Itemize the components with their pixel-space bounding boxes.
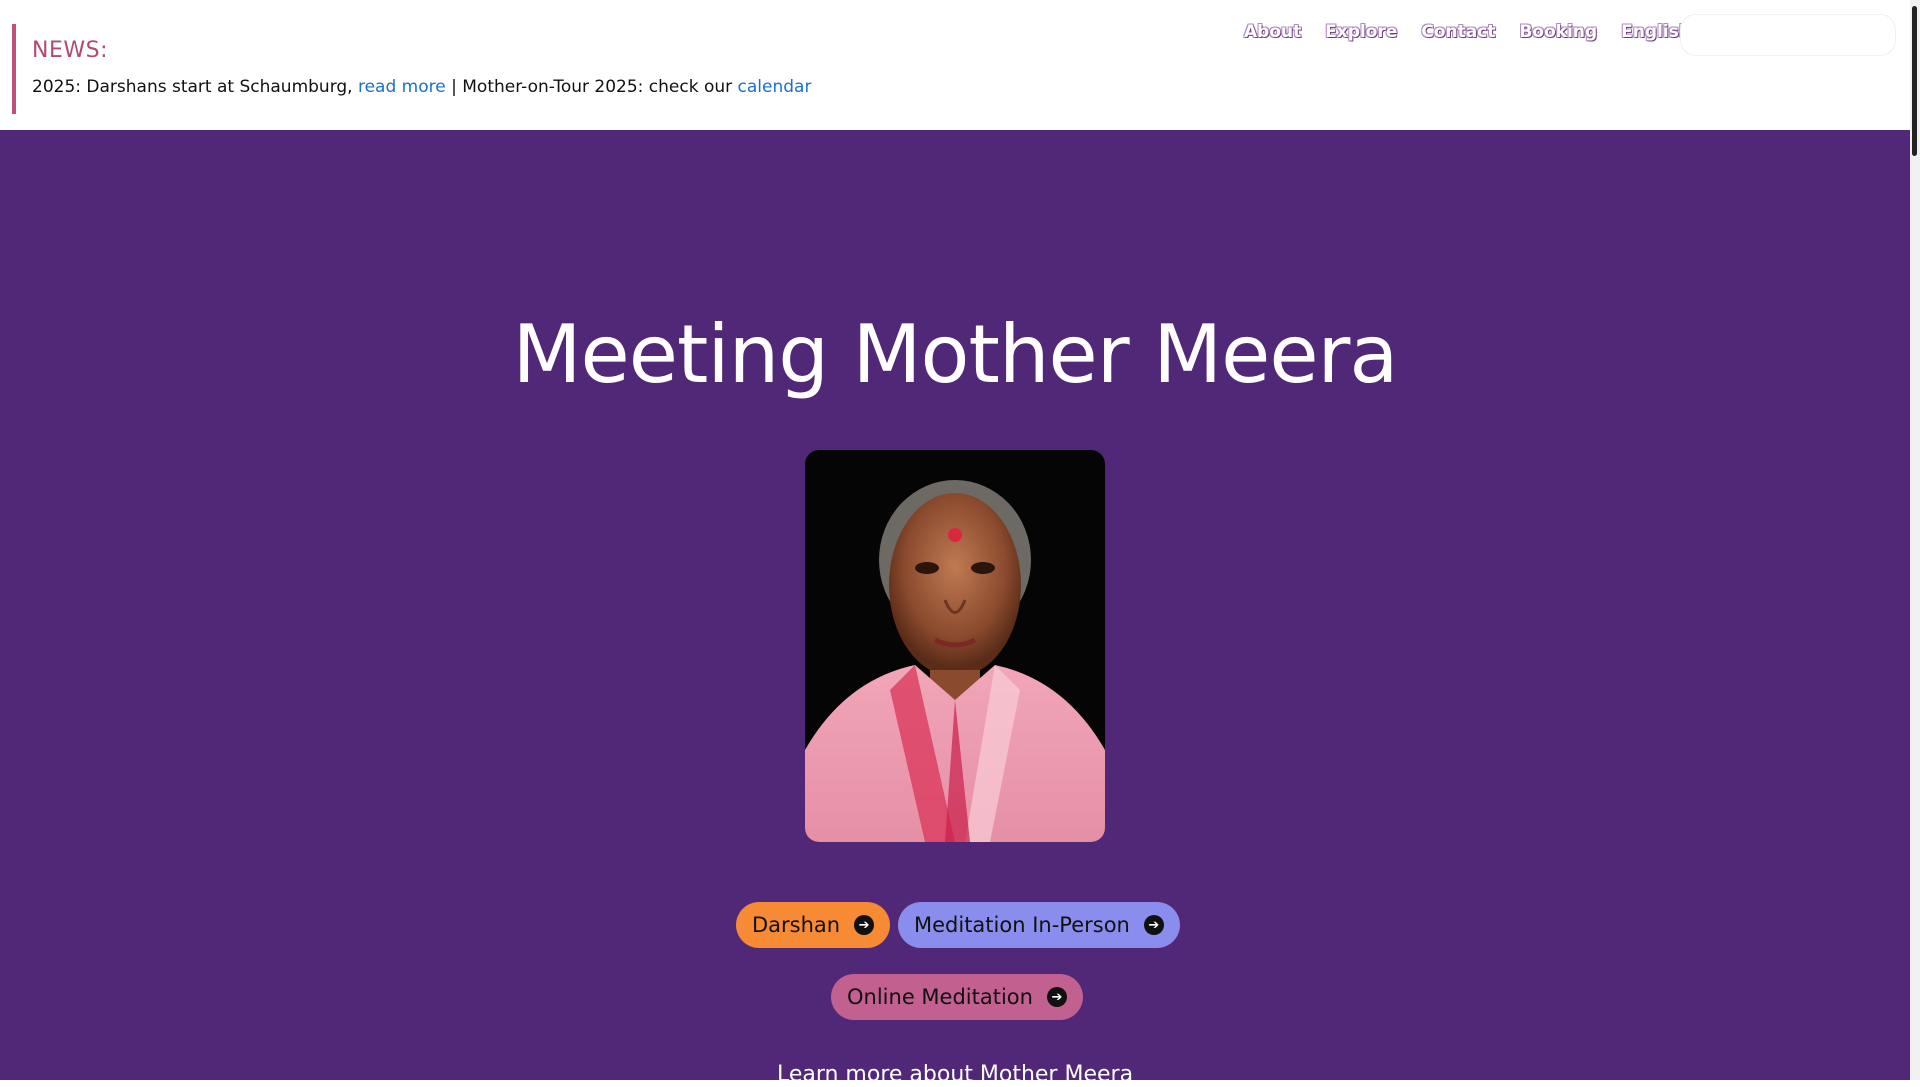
meditation-in-person-button[interactable]: Meditation In-Person ➔ xyxy=(898,902,1180,948)
meditation-in-person-label: Meditation In-Person xyxy=(914,913,1130,937)
scrollbar-thumb[interactable] xyxy=(1912,6,1917,156)
news-text: 2025: Darshans start at Schaumburg, read… xyxy=(32,77,932,97)
search-box[interactable] xyxy=(1680,14,1896,56)
news-text-part1: 2025: Darshans start at Schaumburg, xyxy=(32,77,358,97)
calendar-link[interactable]: calendar xyxy=(738,77,812,97)
darshan-button[interactable]: Darshan ➔ xyxy=(736,902,891,948)
main-nav: About Explore Contact Booking English xyxy=(1244,22,1691,42)
arrow-circle-right-icon: ➔ xyxy=(854,915,875,935)
news-text-part2: | Mother-on-Tour 2025: check our xyxy=(445,77,738,97)
darshan-button-label: Darshan xyxy=(752,913,841,937)
read-more-link[interactable]: read more xyxy=(358,77,446,97)
arrow-circle-right-icon: ➔ xyxy=(1143,915,1164,935)
nav-booking[interactable]: Booking xyxy=(1519,22,1597,42)
learn-more-link[interactable]: Learn more about Mother Meera xyxy=(0,1062,1910,1087)
nav-about[interactable]: About xyxy=(1244,22,1301,42)
arrow-circle-right-icon: ➔ xyxy=(1046,987,1067,1007)
nav-contact[interactable]: Contact xyxy=(1421,22,1495,42)
top-bar: NEWS: 2025: Darshans start at Schaumburg… xyxy=(0,0,1910,130)
hero-title: Meeting Mother Meera xyxy=(512,308,1399,401)
page-scrollbar[interactable] xyxy=(1910,0,1920,1080)
hero-section: Meeting Mother Meera Darshan ➔ Meditatio… xyxy=(0,130,1910,1087)
mother-meera-portrait xyxy=(805,450,1105,842)
news-banner: NEWS: 2025: Darshans start at Schaumburg… xyxy=(12,24,932,114)
news-label: NEWS: xyxy=(32,38,108,63)
online-meditation-label: Online Meditation xyxy=(847,985,1033,1009)
online-meditation-button[interactable]: Online Meditation ➔ xyxy=(831,974,1083,1020)
nav-explore[interactable]: Explore xyxy=(1325,22,1397,42)
